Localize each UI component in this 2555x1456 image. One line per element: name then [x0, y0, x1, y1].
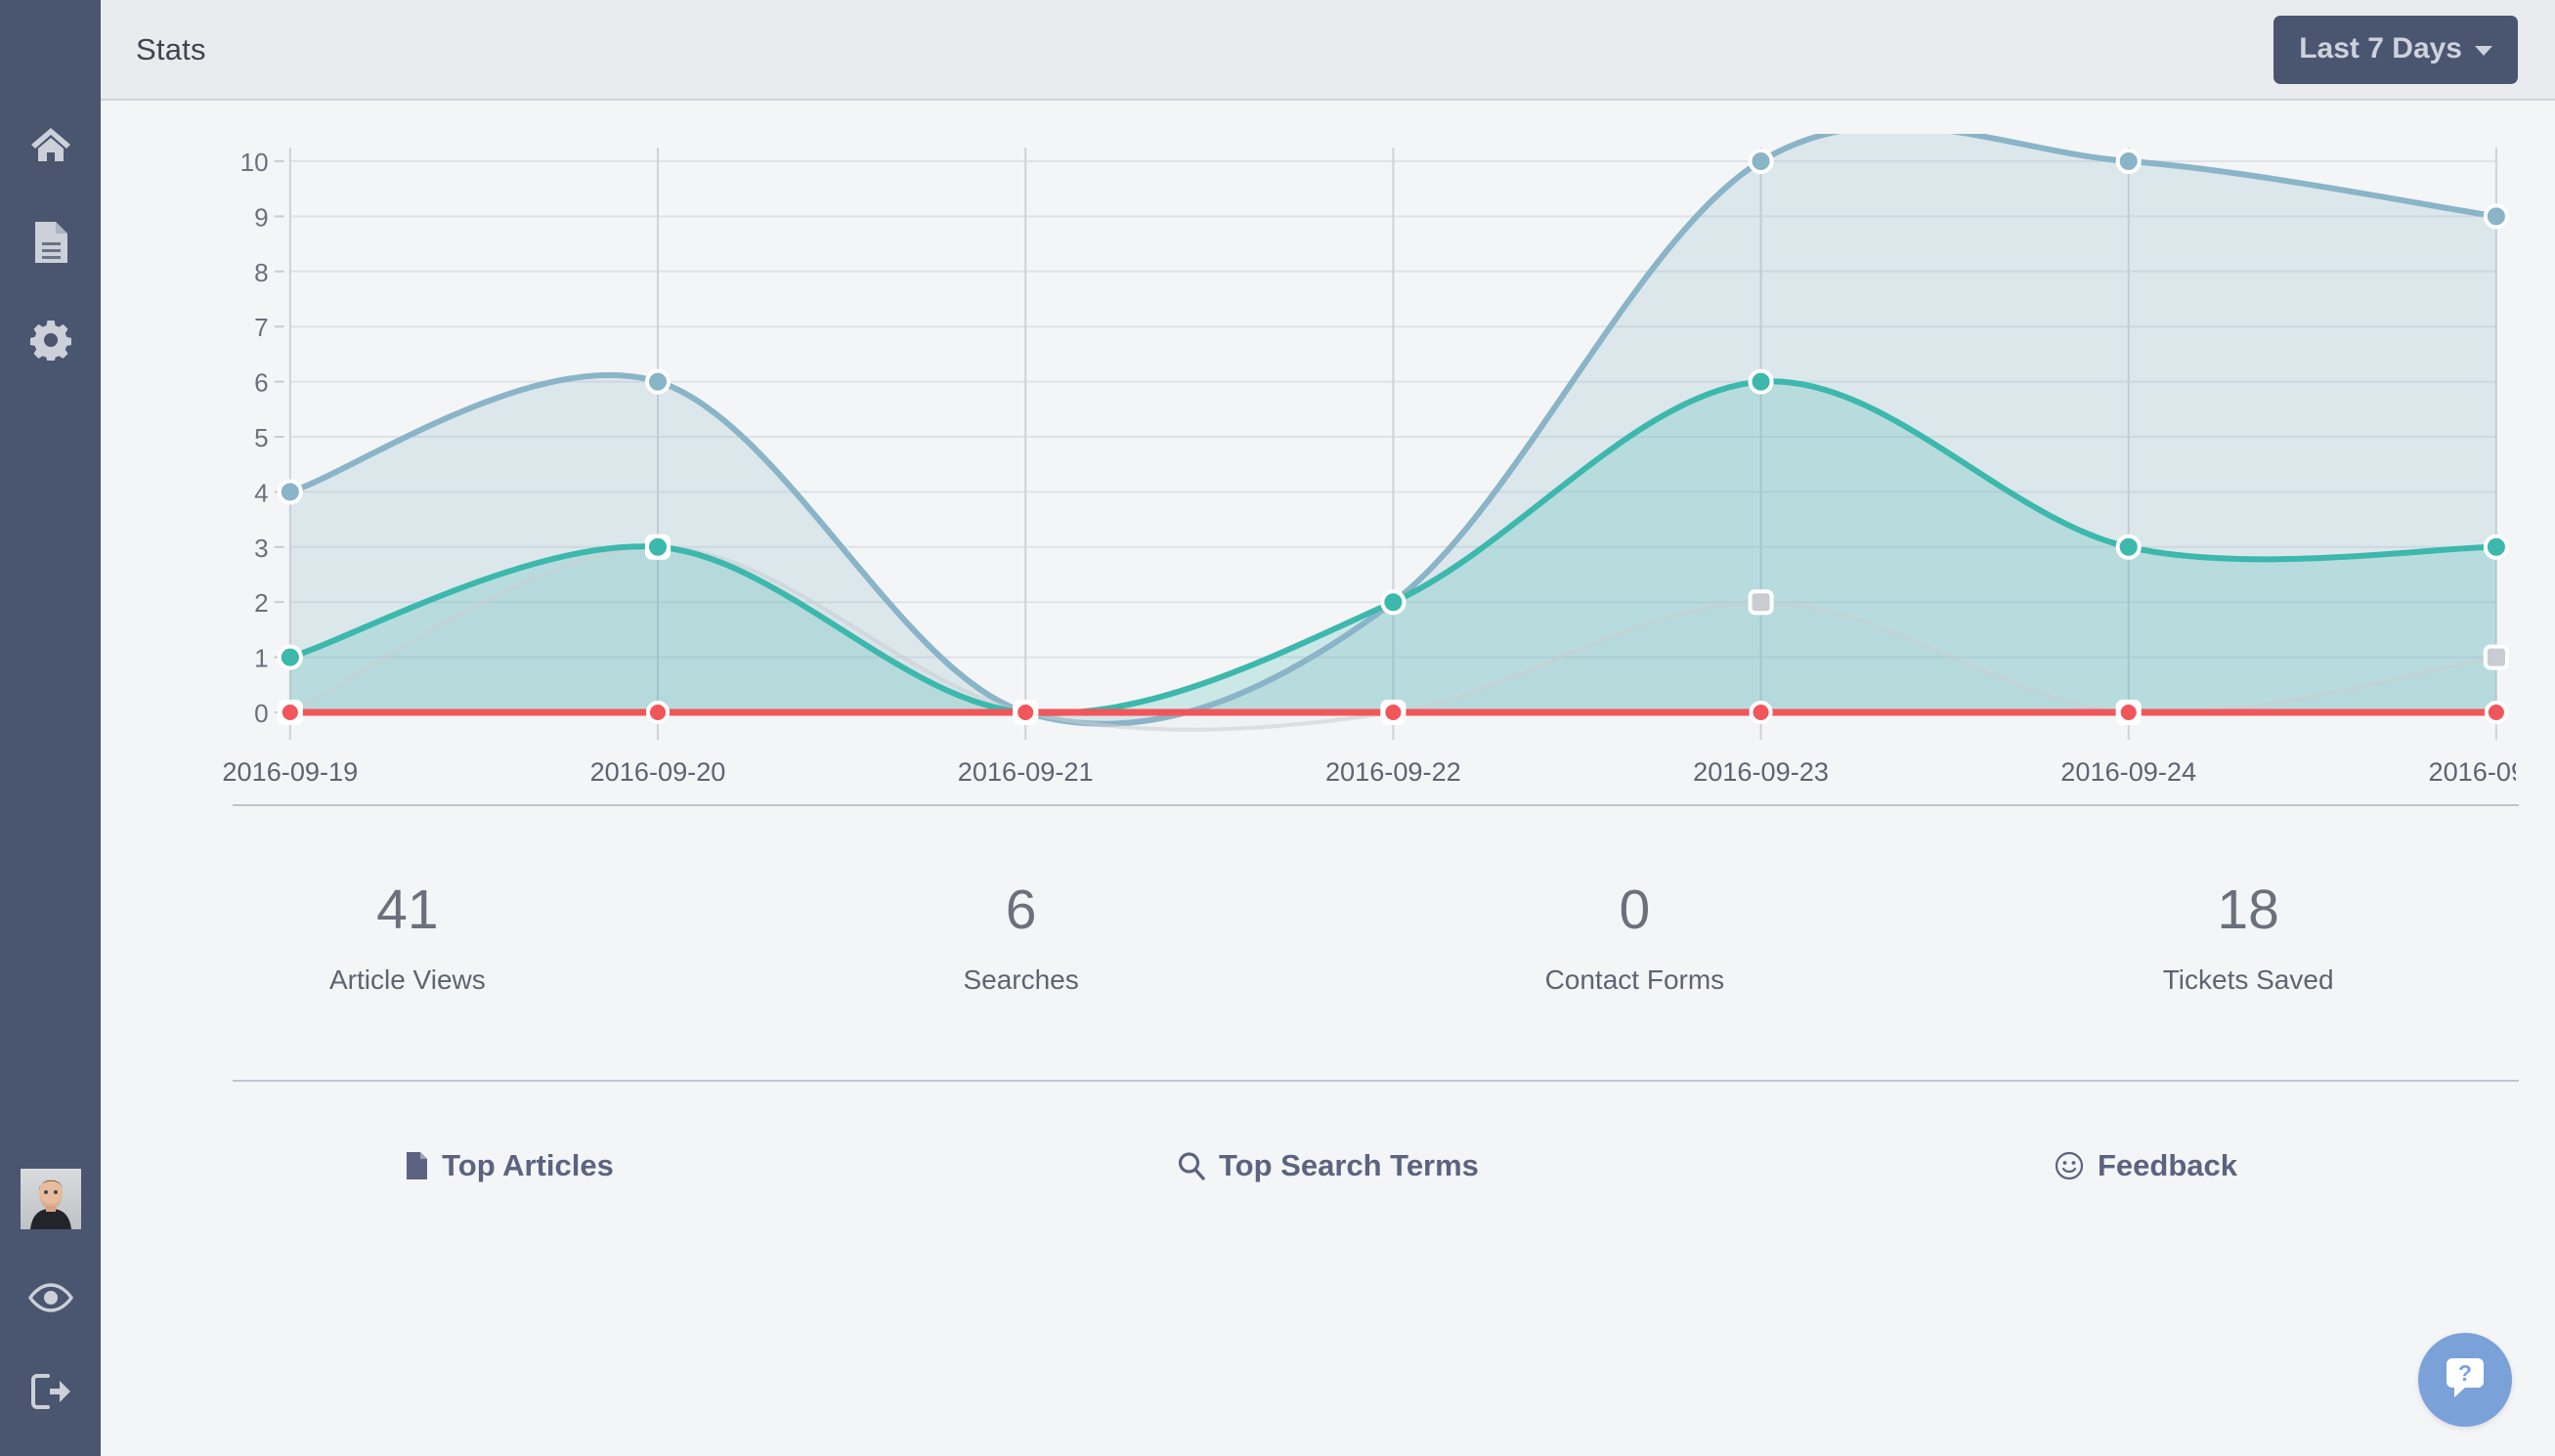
stat-label: Tickets Saved — [1941, 964, 2555, 996]
data-point — [1750, 150, 1771, 172]
y-tick-label: 0 — [254, 699, 269, 728]
tab-label: Feedback — [2098, 1148, 2237, 1183]
eye-icon — [28, 1283, 73, 1312]
sidebar-item-home[interactable] — [25, 119, 76, 170]
document-icon — [33, 221, 68, 264]
data-point — [648, 703, 668, 722]
data-point — [1751, 703, 1770, 722]
tab-label: Top Articles — [442, 1148, 614, 1183]
tab-feedback[interactable]: Feedback — [1737, 1148, 2555, 1183]
logout-icon — [30, 1373, 71, 1410]
sidebar-item-settings[interactable] — [25, 315, 76, 365]
x-tick-label: 2016-09-24 — [2060, 756, 2196, 787]
x-tick-label: 2016-09-20 — [590, 756, 726, 787]
date-range-button[interactable]: Last 7 Days — [2274, 16, 2518, 84]
topbar: Stats Last 7 Days — [101, 0, 2555, 101]
data-point — [2487, 703, 2506, 722]
data-point — [2486, 536, 2507, 558]
x-tick-label: 2016-09-19 — [222, 756, 358, 787]
data-point — [1750, 371, 1771, 393]
data-point — [2118, 536, 2140, 558]
data-point — [281, 703, 300, 722]
stat-contact-forms: 0 Contact Forms — [1328, 882, 1942, 996]
stat-value: 41 — [101, 882, 715, 938]
app-root: Stats Last 7 Days 0 1 2 3 4 5 6 7 8 9 10 2016-09-1… — [0, 0, 2555, 1456]
data-point — [280, 481, 301, 502]
home-icon — [30, 126, 71, 163]
x-tick-label: 2016-09-21 — [958, 756, 1094, 787]
sidebar-nav-bottom — [0, 1169, 101, 1456]
y-tick-label: 7 — [254, 313, 269, 342]
data-point — [1750, 591, 1771, 613]
tab-top-articles[interactable]: Top Articles — [101, 1148, 919, 1183]
sidebar-item-articles[interactable] — [25, 217, 76, 268]
content-area: 012345678910 2016-09-192016-09-202016-09… — [101, 101, 2555, 1456]
y-tick-label: 3 — [254, 534, 269, 563]
data-point — [2486, 647, 2507, 668]
page-title: Stats — [136, 32, 206, 67]
data-point — [2486, 205, 2507, 227]
y-tick-label: 8 — [254, 258, 269, 287]
stat-searches: 6 Searches — [715, 882, 1328, 996]
y-tick-label: 10 — [240, 148, 269, 177]
sidebar-item-preview[interactable] — [25, 1272, 76, 1323]
document-icon — [406, 1151, 428, 1180]
tab-top-search-terms[interactable]: Top Search Terms — [919, 1148, 1737, 1183]
chart-canvas[interactable]: 012345678910 2016-09-192016-09-202016-09… — [138, 134, 2516, 808]
x-tick-label: 2016-09-22 — [1325, 756, 1461, 787]
question-chat-icon: ? — [2441, 1354, 2490, 1406]
avatar[interactable] — [21, 1169, 81, 1229]
stat-article-views: 41 Article Views — [101, 882, 715, 996]
search-icon — [1177, 1151, 1205, 1180]
stat-label: Article Views — [101, 964, 715, 996]
data-point — [2119, 703, 2139, 722]
tab-label: Top Search Terms — [1219, 1148, 1479, 1183]
chart-y-axis-labels: 0 1 2 3 4 5 6 7 8 9 10 — [240, 148, 269, 728]
help-chat-button[interactable]: ? — [2418, 1333, 2512, 1427]
y-tick-label: 4 — [254, 478, 269, 507]
stat-value: 6 — [715, 882, 1328, 938]
stat-label: Contact Forms — [1328, 964, 1942, 996]
x-tick-label: 2016-09-25 — [2428, 756, 2516, 787]
sidebar — [0, 0, 101, 1456]
stats-chart: 012345678910 2016-09-192016-09-202016-09… — [101, 101, 2555, 804]
chart-x-axis-labels: 2016-09-19 2016-09-20 2016-09-21 2016-09-22… — [222, 756, 2516, 787]
y-tick-label: 6 — [254, 368, 269, 398]
y-tick-label: 5 — [254, 423, 269, 452]
data-point — [1382, 591, 1404, 613]
data-point — [280, 647, 301, 668]
smiley-icon — [2055, 1151, 2084, 1180]
stats-summary-row: 41 Article Views 6 Searches 0 Contact Fo… — [101, 806, 2555, 1080]
data-point — [647, 536, 669, 558]
data-point — [2118, 150, 2140, 172]
stat-value: 0 — [1328, 882, 1942, 938]
date-range-label: Last 7 Days — [2299, 32, 2462, 65]
stat-tickets-saved: 18 Tickets Saved — [1941, 882, 2555, 996]
sidebar-item-logout[interactable] — [25, 1366, 76, 1417]
x-tick-label: 2016-09-23 — [1693, 756, 1829, 787]
y-tick-label: 1 — [254, 644, 269, 673]
data-point — [1383, 703, 1403, 722]
svg-text:?: ? — [2458, 1360, 2472, 1386]
gear-icon — [30, 320, 71, 361]
stat-label: Searches — [715, 964, 1328, 996]
y-tick-label: 2 — [254, 588, 269, 618]
data-point — [647, 371, 669, 393]
main-panel: Stats Last 7 Days 0 1 2 3 4 5 6 7 8 9 10 2016-09-1… — [101, 0, 2555, 1456]
sidebar-nav-top — [25, 0, 76, 365]
data-point — [1016, 703, 1035, 722]
chevron-down-icon — [2475, 46, 2492, 56]
report-tabs: Top Articles Top Search Terms — [101, 1082, 2555, 1183]
stat-value: 18 — [1941, 882, 2555, 938]
y-tick-label: 9 — [254, 202, 269, 232]
